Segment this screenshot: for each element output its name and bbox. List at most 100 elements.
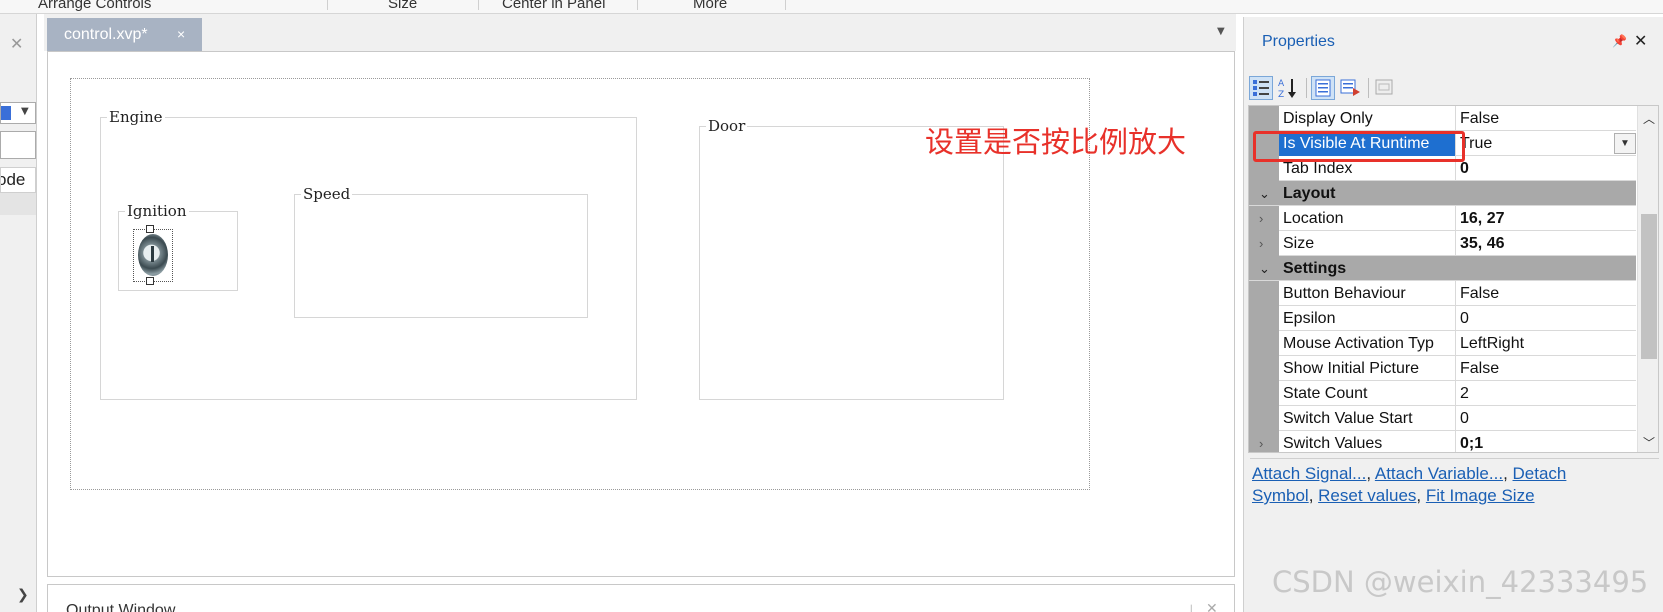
groupbox-speed[interactable]: Speed (294, 185, 588, 318)
row-gutter (1249, 356, 1279, 381)
property-row[interactable]: Button Behaviour False (1249, 281, 1636, 306)
tab-control-xvp[interactable]: control.xvp* × (47, 18, 202, 51)
category-row-settings[interactable]: ⌄ Settings (1249, 256, 1636, 281)
svg-text:Z: Z (1278, 90, 1284, 100)
link-separator: , (1366, 464, 1375, 483)
properties-panel: Properties 📌 ✕ AZ Display Only False Is … (1243, 17, 1663, 612)
expand-chevron-icon[interactable]: › (1259, 431, 1263, 452)
property-value[interactable]: 0 (1456, 306, 1636, 331)
property-row[interactable]: Mouse Activation Typ LeftRight (1249, 331, 1636, 356)
chevron-right-icon[interactable]: ❯ (17, 587, 29, 603)
property-name: Mouse Activation Typ (1279, 331, 1456, 356)
pin-icon[interactable]: ⊥ (1186, 602, 1196, 612)
scroll-up-icon[interactable]: ︿ (1643, 110, 1655, 127)
property-name: Size (1279, 231, 1456, 256)
tab-close-icon[interactable]: × (177, 18, 185, 51)
property-value[interactable]: 35, 46 (1456, 231, 1636, 256)
svg-text:A: A (1278, 79, 1285, 89)
groupbox-title: Ignition (125, 202, 189, 220)
property-value[interactable]: False (1456, 356, 1636, 381)
property-pages-icon[interactable] (1373, 76, 1397, 100)
property-value[interactable]: LeftRight (1456, 331, 1636, 356)
ribbon-strip: Arrange Controls Size Center in Panel Mo… (0, 0, 1663, 14)
property-grid-scrollbar[interactable]: ︿ ﹀ (1637, 106, 1658, 452)
property-value[interactable]: 0 (1456, 156, 1636, 181)
property-value[interactable]: 16, 27 (1456, 206, 1636, 231)
component-icon (1, 106, 11, 120)
groupbox-title: Speed (301, 185, 353, 203)
expand-chevron-icon[interactable]: › (1259, 231, 1263, 256)
row-gutter (1249, 306, 1279, 331)
close-icon[interactable]: ✕ (10, 34, 23, 54)
ribbon-separator (637, 0, 638, 10)
scroll-down-icon[interactable]: ﹀ (1643, 434, 1655, 451)
property-value-combo[interactable]: True (1456, 131, 1636, 156)
property-value[interactable]: 0 (1456, 406, 1636, 431)
left-tab-label: ode (1, 170, 26, 189)
detach-symbol-link[interactable]: Detach (1513, 464, 1567, 483)
groupbox-door[interactable]: Door (699, 117, 1004, 400)
ribbon-center-in-panel[interactable]: Center in Panel (502, 0, 605, 12)
fit-image-size-link[interactable]: Fit Image Size (1426, 486, 1535, 505)
groupbox-title: Engine (107, 108, 165, 126)
document-tab-bar (44, 14, 1236, 51)
properties-view-icon[interactable] (1311, 76, 1335, 100)
property-name: Switch Values (1279, 431, 1456, 452)
property-value[interactable]: False (1456, 106, 1636, 131)
reset-values-link[interactable]: Reset values (1318, 486, 1416, 505)
property-name: Show Initial Picture (1279, 356, 1456, 381)
left-search-input[interactable] (0, 131, 36, 159)
attach-variable-link[interactable]: Attach Variable... (1375, 464, 1503, 483)
left-tab[interactable]: ode (0, 167, 36, 193)
property-row[interactable]: › Location 16, 27 (1249, 206, 1636, 231)
property-value[interactable]: 0;1 (1456, 431, 1636, 452)
ribbon-separator (327, 0, 328, 10)
row-gutter (1249, 381, 1279, 406)
detach-symbol-link-cont[interactable]: Symbol (1252, 486, 1309, 505)
attach-signal-link[interactable]: Attach Signal... (1252, 464, 1366, 483)
property-row[interactable]: Switch Value Start 0 (1249, 406, 1636, 431)
watermark: CSDN @weixin_42333495 (1272, 565, 1649, 599)
collapse-chevron-icon[interactable]: ⌄ (1259, 181, 1270, 206)
ignition-switch-icon (138, 234, 168, 276)
left-combo[interactable]: ▼ (0, 102, 36, 124)
resize-handle[interactable] (146, 277, 154, 285)
close-icon[interactable]: ✕ (1634, 31, 1647, 50)
property-name: Button Behaviour (1279, 281, 1456, 306)
property-row[interactable]: › Size 35, 46 (1249, 231, 1636, 256)
property-row[interactable]: › Switch Values 0;1 (1249, 431, 1636, 452)
pin-icon[interactable]: 📌 (1612, 34, 1627, 48)
toolbar-separator (1368, 78, 1369, 98)
collapse-chevron-icon[interactable]: ⌄ (1259, 256, 1270, 281)
property-row[interactable]: State Count 2 (1249, 381, 1636, 406)
ribbon-arrange-controls[interactable]: Arrange Controls (38, 0, 151, 12)
ribbon-separator (785, 0, 786, 10)
property-row[interactable]: Show Initial Picture False (1249, 356, 1636, 381)
resize-handle[interactable] (146, 225, 154, 233)
row-gutter (1249, 431, 1279, 452)
property-row[interactable]: Display Only False (1249, 106, 1636, 131)
switch-control-selected[interactable] (133, 225, 173, 285)
property-value[interactable]: False (1456, 281, 1636, 306)
scrollbar-thumb[interactable] (1641, 214, 1657, 359)
ribbon-size[interactable]: Size (388, 0, 417, 12)
close-icon[interactable]: ✕ (1206, 601, 1218, 612)
ribbon-more[interactable]: More (693, 0, 727, 12)
expand-chevron-icon[interactable]: › (1259, 206, 1263, 231)
output-window: Output Window ⊥ ✕ (47, 584, 1235, 612)
chevron-down-icon[interactable]: ▼ (1614, 133, 1636, 154)
category-row-layout[interactable]: ⌄ Layout (1249, 181, 1636, 206)
link-separator: , (1308, 486, 1319, 505)
categorized-view-icon[interactable] (1249, 76, 1273, 100)
row-gutter (1249, 206, 1279, 231)
row-gutter (1249, 231, 1279, 256)
property-value[interactable]: 2 (1456, 381, 1636, 406)
property-row[interactable]: Epsilon 0 (1249, 306, 1636, 331)
tab-list-dropdown-icon[interactable]: ▼ (1217, 26, 1225, 37)
ribbon-separator (478, 0, 479, 10)
row-gutter (1249, 106, 1279, 131)
events-view-icon[interactable] (1339, 76, 1363, 100)
app-window: Arrange Controls Size Center in Panel Mo… (0, 0, 1663, 612)
annotation-text: 设置是否按比例放大 (925, 125, 1187, 159)
sort-alphabetical-icon[interactable]: AZ (1277, 76, 1301, 100)
